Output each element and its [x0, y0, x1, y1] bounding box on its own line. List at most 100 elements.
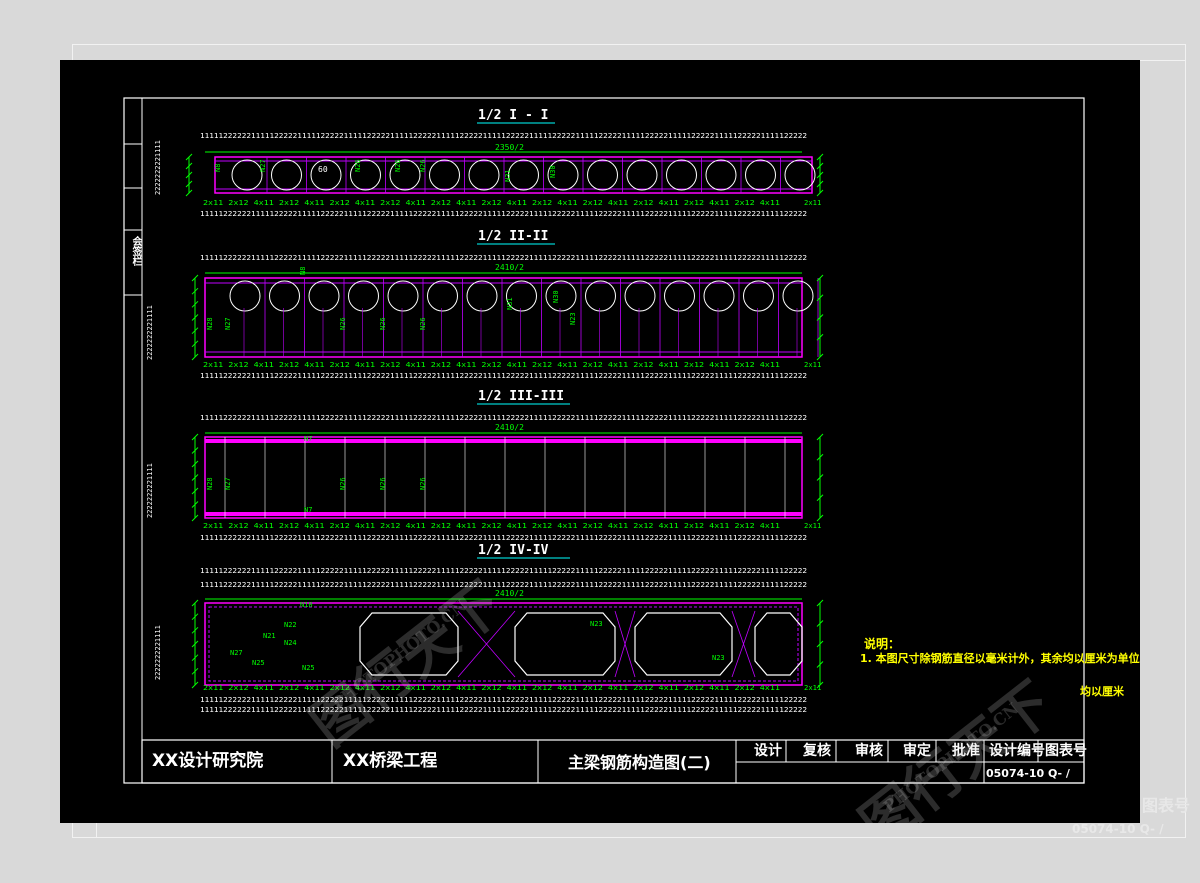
section-4-spacing-row-end: 2x11	[804, 683, 821, 692]
section-2-rebar-label-4: N26	[379, 317, 387, 330]
section-1-callout-row: 1111122222211111222221111122222111112222…	[200, 131, 807, 140]
section-2-void-11	[664, 280, 695, 312]
section-1-rebar-label-0: N8	[214, 164, 222, 172]
section-2-rebar-label-8: N23	[569, 312, 577, 325]
section-4-callout-row: 1111122222211111222221111122222111112222…	[200, 566, 807, 575]
section-2-callout-row: 1111122222211111222221111122222111112222…	[200, 253, 807, 262]
section-2-spacing-row: 2x11 2x12 4x11 2x12 4x11 2x12 4x11 2x12 …	[203, 360, 780, 369]
left-callout-column-0: 2222222221111	[154, 140, 162, 195]
section-1-void-12	[705, 159, 737, 191]
background-drawing-number: 05074-10 Q- /	[1072, 822, 1164, 836]
section-title-2: 1/2 II-II	[478, 229, 549, 244]
section-4-rebar-label-7: N23	[712, 654, 725, 662]
section-2-rebar-label-6: N31	[506, 297, 514, 310]
left-callout-column-1: 2222222221111	[146, 305, 154, 360]
role-design: 设计	[754, 743, 782, 759]
section-2-void-2	[308, 280, 340, 312]
section-2-void-14	[782, 280, 814, 312]
section-4-callout-row-2: 1111122222211111222221111122222111112222…	[200, 580, 807, 589]
section-2-rebar-label-7: N30	[552, 290, 560, 303]
section-3-rebar-label-1: N7	[304, 506, 312, 514]
section-4-width-label: 2410/2	[495, 589, 524, 598]
section-3-rebar-label-4: N26	[339, 477, 347, 490]
section-4-void-0	[359, 612, 459, 676]
section-title-3: 1/2 III-III	[478, 389, 565, 404]
notes-overflow-fragment: 均以厘米	[1080, 685, 1124, 698]
section-2-rebar-label-3: N26	[339, 317, 347, 330]
section-1-callout-row-bottom: 1111122222211111222221111122222111112222…	[200, 209, 807, 218]
section-2-void-1	[269, 280, 300, 312]
section-2-void-12	[703, 280, 735, 312]
section-4-rebar-label-4: N25	[252, 659, 265, 667]
section-title-4: 1/2 IV-IV	[478, 543, 549, 558]
background-sheet-heading: 图表号	[1142, 796, 1191, 815]
section-1-void-14	[784, 159, 816, 191]
section-1-spacing-row: 2x11 2x12 4x11 2x12 4x11 2x12 4x11 2x12 …	[203, 198, 780, 207]
section-2-void-6	[466, 280, 498, 312]
section-3-outline	[204, 436, 803, 519]
section-1-void-11	[666, 159, 697, 191]
section-1-rebar-label-2: N26	[354, 159, 362, 172]
section-2-void-8	[545, 280, 577, 312]
section-3-callout-row: 1111122222211111222221111122222111112222…	[200, 413, 807, 422]
section-2-void-5	[427, 280, 458, 312]
role-approve-final: 审定	[903, 743, 931, 759]
cad-drawing-canvas: 1111122222211111222221111122222111112222…	[60, 60, 1140, 823]
section-title-1: 1/2 I - I	[478, 108, 549, 123]
section-1-void-0	[231, 159, 263, 191]
section-3-width-label: 2410/2	[495, 423, 524, 432]
section-1-void-13	[745, 159, 776, 191]
role-check: 复核	[803, 743, 831, 759]
section-2-void-3	[348, 280, 379, 312]
left-callout-column-3: 2222222221111	[154, 625, 162, 680]
section-2-rebar-label-0: N8	[299, 267, 307, 275]
section-4-inner-cage	[208, 606, 799, 682]
section-4-rebar-label-0: N10	[300, 601, 313, 609]
section-4-rebar-label-5: N27	[230, 649, 243, 657]
section-4-rebar-label-1: N21	[263, 632, 276, 640]
section-1-diameter-label: 60	[318, 165, 328, 174]
section-1-rebar-label-6: N30	[549, 165, 557, 178]
role-authorize: 批准	[952, 743, 980, 759]
sheet-number-heading: 图表号	[1045, 743, 1087, 759]
design-number-heading: 设计编号	[989, 743, 1045, 759]
section-4-callout-row-bottom-2: 1111122222211111222221111122222111112222…	[200, 705, 807, 714]
section-2-void-9	[585, 280, 616, 312]
section-3-spacing-row: 2x11 2x12 4x11 2x12 4x11 2x12 4x11 2x12 …	[203, 521, 780, 530]
rebar-drawing: 1111122222211111222221111122222111112222…	[123, 97, 1085, 784]
drawing-number: 05074-10 Q- /	[986, 767, 1070, 780]
project-name: XX桥梁工程	[343, 751, 438, 771]
section-3-rebar-label-0: N7	[304, 435, 312, 443]
section-1-void-9	[587, 159, 618, 191]
section-2-spacing-row-end: 2x11	[804, 360, 821, 369]
section-1-rebar-label-1: N27	[259, 159, 267, 172]
section-4-callout-row-bottom: 1111122222211111222221111122222111112222…	[200, 695, 807, 704]
section-2-rebar-label-5: N26	[419, 317, 427, 330]
section-1-void-10	[626, 159, 658, 191]
section-2-outline	[204, 277, 803, 358]
section-3-top-flange	[205, 439, 802, 443]
section-4-rebar-label-6: N23	[590, 620, 603, 628]
section-2-void-10	[624, 280, 656, 312]
section-4-void-2	[634, 612, 733, 676]
section-1-outline	[214, 156, 813, 194]
section-3-rebar-label-2: N28	[206, 477, 214, 490]
section-1-rebar-label-5: N31	[504, 169, 512, 182]
section-3-rebar-label-5: N26	[379, 477, 387, 490]
left-callout-column-2: 2222222221111	[146, 463, 154, 518]
section-3-rebar-label-6: N26	[419, 477, 427, 490]
section-4-spacing-row: 2x11 2x12 4x11 2x12 4x11 2x12 4x11 2x12 …	[203, 683, 780, 692]
drawing-title: 主梁钢筋构造图(二)	[568, 753, 711, 772]
section-4-rebar-label-3: N24	[284, 639, 297, 647]
section-1-rebar-label-3: N26	[394, 159, 402, 172]
section-2-void-0	[229, 280, 261, 312]
notes-heading: 说明：	[864, 637, 901, 651]
section-4-rebar-label-8: N25	[302, 664, 315, 672]
section-2-void-4	[387, 280, 419, 312]
section-1-void-1	[271, 159, 302, 191]
notes-line-1: 1. 本图尺寸除钢筋直径以毫米计外，其余均以厘米为单位。	[860, 652, 1140, 665]
section-3-rebar-label-3: N27	[224, 477, 232, 490]
section-4-void-3	[754, 612, 803, 676]
section-2-rebar-label-1: N28	[206, 317, 214, 330]
section-1-void-6	[468, 159, 500, 191]
